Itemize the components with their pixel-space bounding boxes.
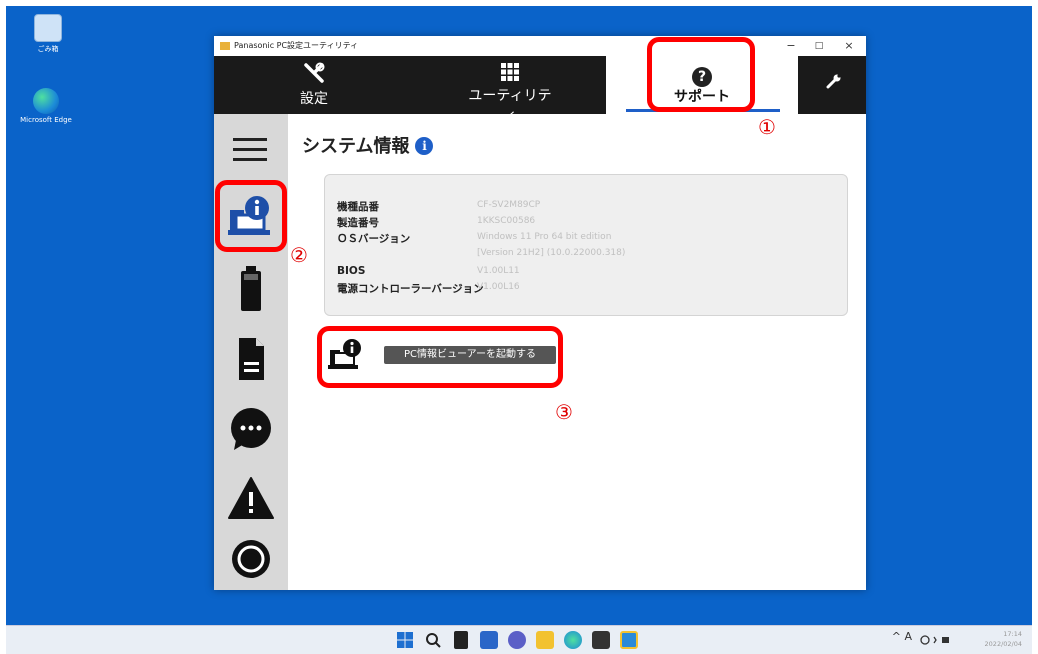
task-view-icon[interactable]: [454, 631, 468, 649]
taskbar: ^ A 17:14 2022/02/04: [6, 625, 1032, 654]
tray-status-icons[interactable]: [920, 632, 950, 646]
edge-label: Microsoft Edge: [20, 116, 72, 124]
widgets-icon[interactable]: [480, 631, 498, 649]
info-value-ec: V1.00L16: [477, 282, 520, 292]
sidebar-item-target[interactable]: [226, 534, 276, 584]
info-label-os: ＯＳバージョン: [337, 233, 411, 245]
chat-app-icon[interactable]: [508, 631, 526, 649]
info-value-bios: V1.00L11: [477, 266, 520, 276]
edge-taskbar-icon[interactable]: [564, 631, 582, 649]
menu-button[interactable]: [226, 124, 276, 174]
edge-icon: [33, 88, 59, 114]
sidebar-item-warning[interactable]: [226, 474, 276, 524]
tab-utility[interactable]: ユーティリティ: [464, 56, 556, 124]
edge-shortcut[interactable]: Microsoft Edge: [16, 88, 76, 124]
minimize-button[interactable]: −: [780, 37, 802, 55]
page-title: システム情報 i: [302, 132, 434, 158]
annotation-3: ③: [555, 400, 573, 424]
tools-icon: [288, 62, 340, 89]
system-tray[interactable]: ^ A: [892, 630, 912, 643]
info-label-ec: 電源コントローラーバージョン: [337, 283, 484, 295]
highlight-support-tab: [647, 37, 755, 112]
search-icon[interactable]: [424, 631, 442, 649]
tools-button[interactable]: [814, 56, 854, 114]
info-value-model: CF-SV2M89CP: [477, 200, 541, 210]
sidebar-item-chat[interactable]: [226, 404, 276, 454]
pc-settings-taskbar-icon[interactable]: [620, 631, 638, 649]
recycle-bin-icon: [34, 14, 62, 42]
close-button[interactable]: ×: [838, 37, 860, 55]
highlight-launch-button: [317, 326, 563, 388]
clock-time: 17:14: [1003, 630, 1022, 638]
maximize-button[interactable]: □: [808, 37, 830, 55]
grid-icon: [464, 62, 556, 86]
system-info-panel: 機種品番 CF-SV2M89CP 製造番号 1KKSC00586 ＯＳバージョン…: [324, 174, 848, 316]
info-icon[interactable]: i: [415, 137, 434, 155]
page-title-text: システム情報: [302, 136, 410, 157]
start-icon[interactable]: [396, 631, 414, 649]
warning-icon: [228, 477, 274, 519]
clock-date: 2022/02/04: [984, 640, 1022, 648]
tab-settings-label: 設定: [300, 91, 328, 107]
top-navigation: 設定 ユーティリティ ? サポート: [214, 56, 866, 124]
target-icon: [232, 540, 270, 578]
window-title: Panasonic PC設定ユーティリティ: [234, 41, 359, 50]
title-bar: Panasonic PC設定ユーティリティ − □ ×: [214, 36, 866, 56]
tab-settings[interactable]: 設定: [288, 56, 340, 114]
file-explorer-icon[interactable]: [536, 631, 554, 649]
document-icon: [239, 338, 264, 380]
info-label-serial: 製造番号: [337, 217, 379, 229]
annotation-2: ②: [290, 243, 308, 267]
info-label-bios: BIOS: [337, 265, 366, 277]
chat-bubble-icon: [231, 408, 271, 450]
store-icon[interactable]: [592, 631, 610, 649]
sidebar-item-document[interactable]: [226, 334, 276, 384]
recycle-bin-shortcut[interactable]: ごみ箱: [18, 14, 78, 54]
sidebar-item-battery[interactable]: [226, 264, 276, 314]
clock[interactable]: 17:14 2022/02/04: [985, 629, 1022, 649]
info-value-os-build: [Version 21H2] (10.0.22000.318): [477, 248, 626, 258]
recycle-bin-label: ごみ箱: [37, 45, 59, 53]
info-label-model: 機種品番: [337, 201, 379, 213]
annotation-1: ①: [758, 115, 776, 139]
info-value-os: Windows 11 Pro 64 bit edition: [477, 232, 612, 242]
highlight-system-info-item: [215, 180, 287, 252]
info-value-serial: 1KKSC00586: [477, 216, 536, 226]
battery-icon: [241, 266, 261, 311]
wrench-icon: [814, 72, 854, 96]
app-icon: [220, 42, 230, 50]
